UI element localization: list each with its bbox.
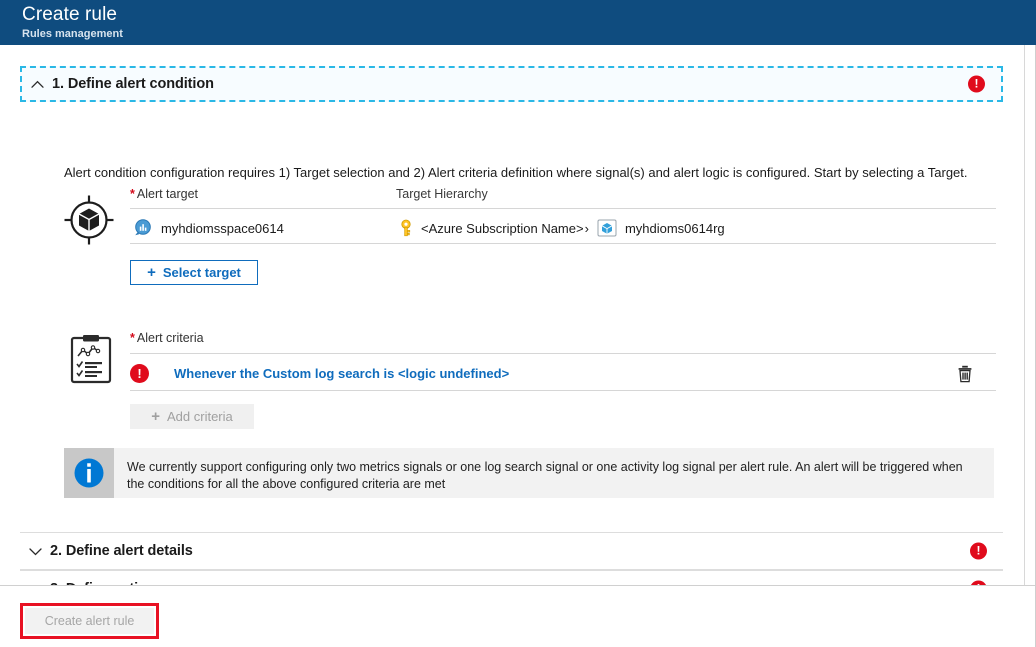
alert-condition-intro: Alert condition configuration requires 1… [64,164,994,181]
required-marker: * [130,331,135,345]
alert-criteria-label: *Alert criteria [130,331,204,345]
alert-criteria-icon [64,333,118,387]
page-title: Create rule [22,3,1036,26]
criteria-error-icon: ! [130,364,149,383]
resource-group-icon [597,218,617,238]
add-criteria-button[interactable]: + Add criteria [130,404,254,429]
required-marker: * [130,187,135,201]
page-subtitle: Rules management [22,27,1036,42]
divider-target-top [130,208,996,209]
select-target-button-label: Select target [163,265,241,280]
add-criteria-button-label: Add criteria [167,409,233,424]
section-1-label: 1. Define alert condition [52,76,214,92]
section-2-label: 2. Define alert details [50,543,193,559]
subscription-name: <Azure Subscription Name> [421,221,584,236]
info-icon [64,448,114,498]
page-header: Create rule Rules management [0,0,1036,45]
divider-target-bottom [130,243,996,244]
create-rule-page: Create rule Rules management 1. Define a… [0,0,1036,647]
criteria-row: ! Whenever the Custom log search is <log… [130,358,996,389]
footer-action-bar: Create alert rule [0,585,1035,647]
alert-criteria-label-text: Alert criteria [137,331,204,345]
chevron-down-icon[interactable] [20,547,50,556]
plus-icon: + [147,265,156,280]
alert-target-resource-name: myhdiomsspace0614 [161,221,284,236]
alert-target-label: *Alert target [130,187,198,201]
criteria-link[interactable]: Whenever the Custom log search is <logic… [174,366,509,381]
info-banner-text: We currently support configuring only tw… [114,448,994,493]
info-banner: We currently support configuring only tw… [64,448,994,498]
error-icon: ! [968,76,985,93]
chevron-up-icon[interactable] [22,80,52,89]
log-analytics-workspace-icon [132,218,152,238]
content-area: 1. Define alert condition ! Alert condit… [0,45,1024,585]
error-icon: ! [970,543,987,560]
section-header-define-alert-condition[interactable]: 1. Define alert condition ! [20,66,1003,102]
hierarchy-separator-icon: › [585,221,589,236]
scrollbar-gutter[interactable] [1024,45,1035,647]
divider-criteria-top [130,353,996,354]
target-hierarchy-label: Target Hierarchy [396,187,488,201]
divider-criteria-bottom [130,390,996,391]
alert-target-icon [62,193,116,247]
section-2-error-badge: ! [970,543,987,560]
target-hierarchy-value: <Azure Subscription Name> › myhdioms0614… [398,218,725,238]
alert-target-resource: myhdiomsspace0614 [132,218,284,238]
section-1-error-badge: ! [968,76,985,93]
alert-target-label-text: Alert target [137,187,198,201]
select-target-button[interactable]: + Select target [130,260,258,285]
create-alert-rule-button[interactable]: Create alert rule [25,608,154,634]
plus-icon: + [151,409,160,424]
key-icon [398,219,414,237]
section-header-define-alert-details[interactable]: 2. Define alert details ! [20,532,1003,570]
resource-group-name: myhdioms0614rg [625,221,725,236]
trash-icon[interactable] [957,365,973,383]
